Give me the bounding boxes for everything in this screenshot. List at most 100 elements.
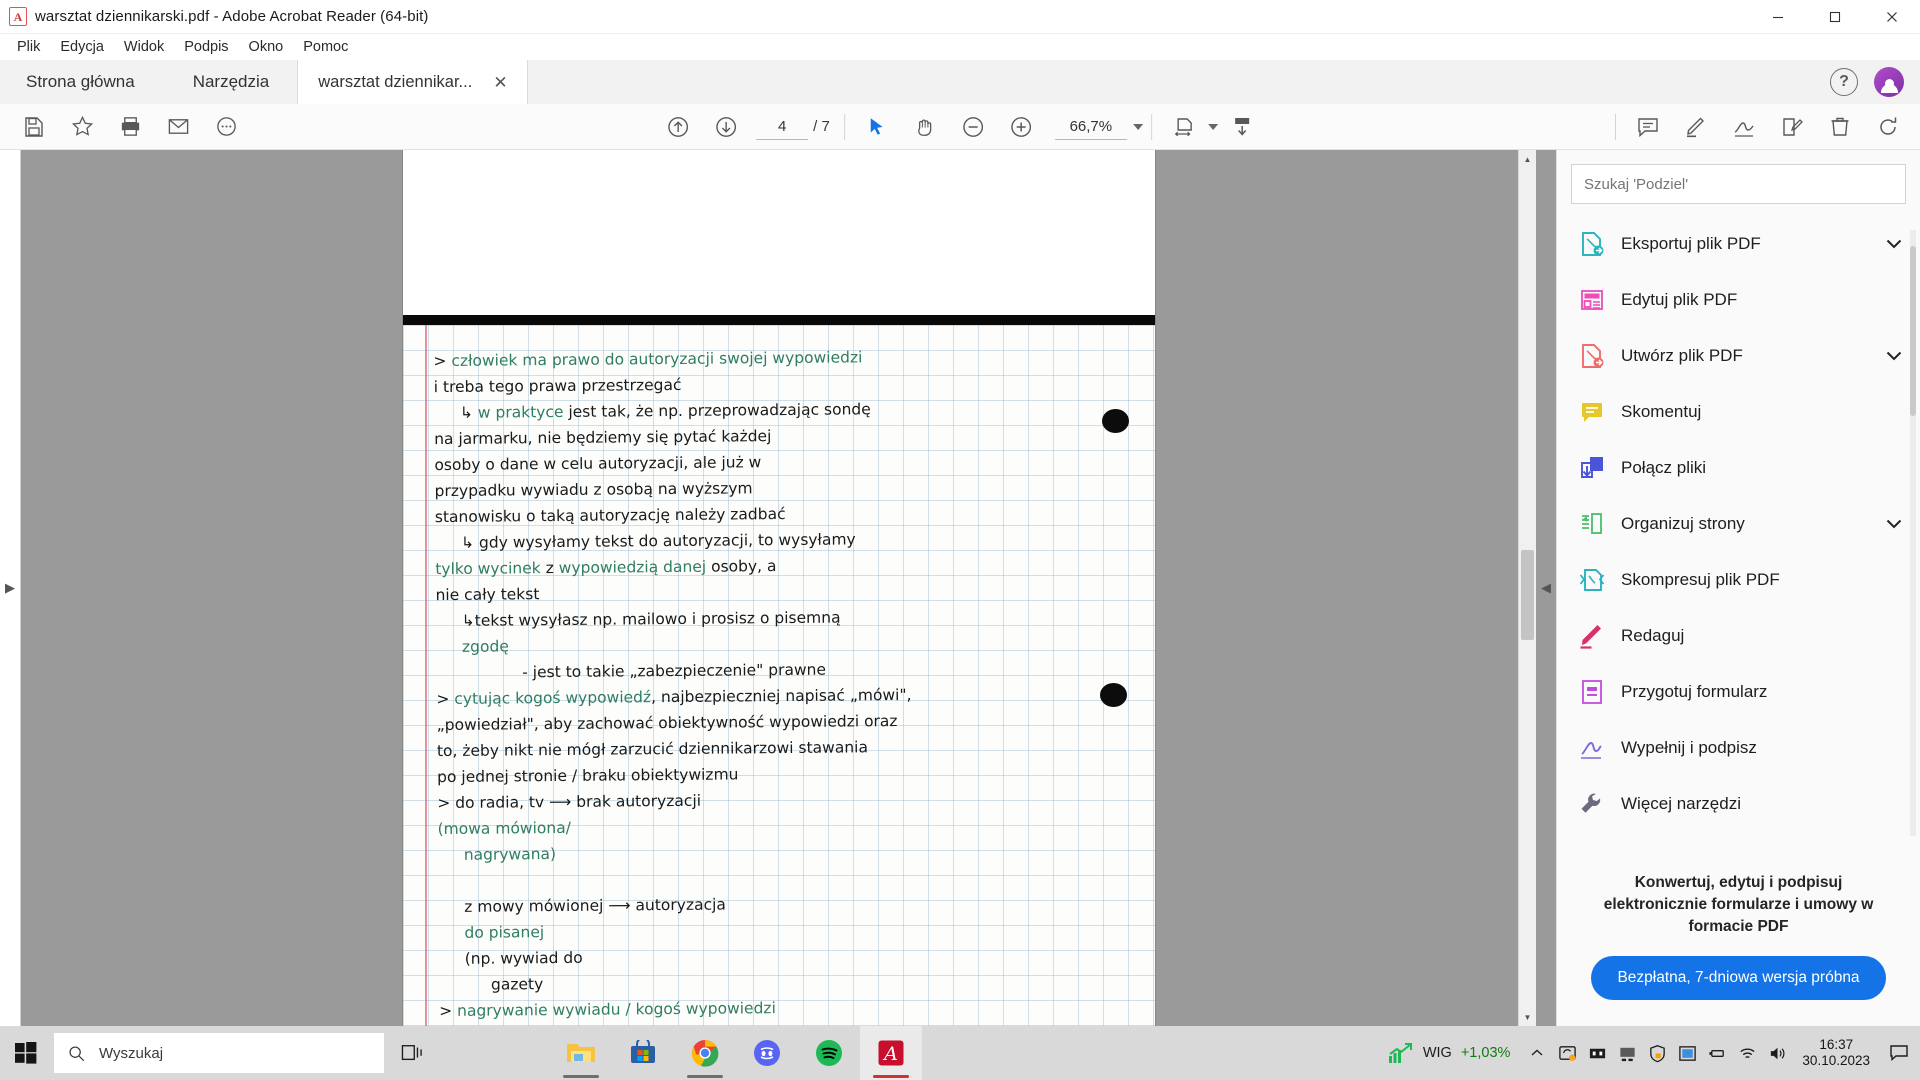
title-bar: A warsztat dziennikarski.pdf - Adobe Acr… xyxy=(0,0,1920,34)
tab-close-icon[interactable]: ✕ xyxy=(490,72,510,93)
chevron-down-icon[interactable] xyxy=(1886,237,1902,252)
comment-icon[interactable] xyxy=(1624,106,1672,148)
adobe-acrobat-icon[interactable]: A xyxy=(860,1026,922,1080)
email-icon[interactable] xyxy=(154,106,202,148)
tab-document[interactable]: warsztat dziennikar... ✕ xyxy=(297,60,528,104)
chevron-down-icon[interactable] xyxy=(1886,517,1902,532)
sign-icon[interactable] xyxy=(1768,106,1816,148)
menu-plik[interactable]: Plik xyxy=(8,36,49,58)
scroll-down-icon[interactable]: ▼ xyxy=(1519,1008,1536,1026)
viewer-scrollbar[interactable]: ▲ ▼ xyxy=(1518,150,1536,1026)
hand-pan-icon[interactable] xyxy=(901,106,949,148)
zoom-in-icon[interactable] xyxy=(997,106,1045,148)
more-tools-icon xyxy=(1579,791,1605,817)
tools-search-input[interactable] xyxy=(1571,164,1906,204)
save-icon[interactable] xyxy=(10,106,58,148)
left-panel-toggle[interactable]: ▶ xyxy=(0,150,20,1026)
app-open-indicator xyxy=(873,1075,909,1078)
tool-item-eksportuj-plik-pdf[interactable]: Eksportuj plik PDF xyxy=(1557,216,1920,272)
bookmark-star-icon[interactable] xyxy=(58,106,106,148)
maximize-button[interactable] xyxy=(1806,0,1863,34)
chevron-up-icon[interactable] xyxy=(1522,1026,1552,1080)
minimize-button[interactable] xyxy=(1749,0,1806,34)
stock-widget[interactable]: WIG +1,03% xyxy=(1376,1042,1523,1064)
scroll-mode-icon[interactable] xyxy=(1218,106,1266,148)
taskbar-search[interactable]: Wyszukaj xyxy=(54,1033,384,1073)
rotate-icon[interactable] xyxy=(1864,106,1912,148)
page-down-icon[interactable] xyxy=(702,106,750,148)
tool-item-po-cz-pliki[interactable]: Połącz pliki xyxy=(1557,440,1920,496)
wifi-icon[interactable] xyxy=(1732,1026,1762,1080)
tool-item-wi-cej-narz-dzi[interactable]: Więcej narzędzi xyxy=(1557,776,1920,832)
tool-item-organizuj-strony[interactable]: Organizuj strony xyxy=(1557,496,1920,552)
task-view-icon[interactable] xyxy=(384,1026,440,1080)
menu-pomoc[interactable]: Pomoc xyxy=(294,36,357,58)
draw-icon[interactable] xyxy=(1720,106,1768,148)
tool-item-label: Edytuj plik PDF xyxy=(1621,290,1738,309)
print-icon[interactable] xyxy=(106,106,154,148)
highlight-pen-icon[interactable] xyxy=(1672,106,1720,148)
display-icon[interactable] xyxy=(1612,1026,1642,1080)
tool-item-label: Eksportuj plik PDF xyxy=(1621,234,1761,253)
avatar[interactable] xyxy=(1874,67,1904,97)
free-trial-button[interactable]: Bezpłatna, 7-dniowa wersja próbna xyxy=(1591,956,1886,1000)
toolbar-divider-2 xyxy=(1150,113,1152,140)
action-center-icon[interactable] xyxy=(1882,1026,1916,1080)
scrollbar-thumb[interactable] xyxy=(1910,246,1916,416)
tool-item-skomentuj[interactable]: Skomentuj xyxy=(1557,384,1920,440)
pdf-page[interactable]: > człowiek ma prawo do autoryzacji swoje… xyxy=(402,150,1155,1026)
toolbar-divider-3 xyxy=(1615,113,1616,140)
menu-edycja[interactable]: Edycja xyxy=(51,36,113,58)
tool-item-wype-nij-i-podpisz[interactable]: Wypełnij i podpisz xyxy=(1557,720,1920,776)
page-number-input[interactable] xyxy=(756,113,809,140)
scroll-up-icon[interactable]: ▲ xyxy=(1519,150,1536,168)
trash-icon[interactable] xyxy=(1816,106,1864,148)
battery-saver-icon[interactable] xyxy=(1582,1026,1612,1080)
chevron-down-icon[interactable] xyxy=(1132,123,1143,130)
spotify-icon[interactable] xyxy=(798,1026,860,1080)
close-button[interactable] xyxy=(1863,0,1920,34)
cursor-select-icon[interactable] xyxy=(853,106,901,148)
usb-device-icon[interactable] xyxy=(1702,1026,1732,1080)
right-panel-toggle[interactable]: ◀ xyxy=(1536,150,1556,1026)
zoom-out-icon[interactable] xyxy=(949,106,997,148)
taskbar-clock[interactable]: 16:37 30.10.2023 xyxy=(1792,1037,1882,1069)
help-icon[interactable]: ? xyxy=(1830,68,1858,96)
tab-tools[interactable]: Narzędzia xyxy=(164,60,298,104)
document-toolbar: / 7 xyxy=(0,104,1920,150)
menu-okno[interactable]: Okno xyxy=(240,36,293,58)
tool-item-label: Więcej narzędzi xyxy=(1621,794,1741,813)
zoom-level-input[interactable] xyxy=(1054,113,1127,140)
chevron-down-icon[interactable] xyxy=(1886,349,1902,364)
svg-text:A: A xyxy=(882,1043,898,1065)
security-shield-icon[interactable] xyxy=(1642,1026,1672,1080)
comment-icon xyxy=(1582,403,1602,422)
edit-pdf-icon xyxy=(1581,290,1603,310)
tools-panel-scrollbar[interactable] xyxy=(1906,210,1920,856)
file-explorer-icon[interactable] xyxy=(550,1026,612,1080)
tool-item-utw-rz-plik-pdf[interactable]: Utwórz plik PDF xyxy=(1557,328,1920,384)
fit-page-chevron-icon[interactable] xyxy=(1207,123,1218,130)
tool-item-przygotuj-formularz[interactable]: Przygotuj formularz xyxy=(1557,664,1920,720)
fit-page-icon[interactable] xyxy=(1160,106,1208,148)
page-up-icon[interactable] xyxy=(654,106,702,148)
tool-item-skompresuj-plik-pdf[interactable]: Skompresuj plik PDF xyxy=(1557,552,1920,608)
acrobat-reader-window: A warsztat dziennikarski.pdf - Adobe Acr… xyxy=(0,0,1920,1080)
scrollbar-thumb[interactable] xyxy=(1521,550,1534,640)
discord-icon[interactable] xyxy=(736,1026,798,1080)
tab-home[interactable]: Strona główna xyxy=(0,60,165,104)
toolbar-divider xyxy=(843,113,845,140)
search-icon[interactable] xyxy=(202,106,250,148)
menu-podpis[interactable]: Podpis xyxy=(175,36,237,58)
tool-item-edytuj-plik-pdf[interactable]: Edytuj plik PDF xyxy=(1557,272,1920,328)
menu-widok[interactable]: Widok xyxy=(115,36,173,58)
onedrive-sync-icon[interactable] xyxy=(1552,1026,1582,1080)
volume-icon[interactable] xyxy=(1762,1026,1792,1080)
tool-item-label: Redaguj xyxy=(1621,626,1685,645)
prepare-form-icon xyxy=(1582,680,1602,704)
network-share-icon[interactable] xyxy=(1672,1026,1702,1080)
windows-start-icon[interactable] xyxy=(0,1026,52,1080)
tool-item-redaguj[interactable]: Redaguj xyxy=(1557,608,1920,664)
google-chrome-icon[interactable] xyxy=(674,1026,736,1080)
microsoft-store-icon[interactable] xyxy=(612,1026,674,1080)
